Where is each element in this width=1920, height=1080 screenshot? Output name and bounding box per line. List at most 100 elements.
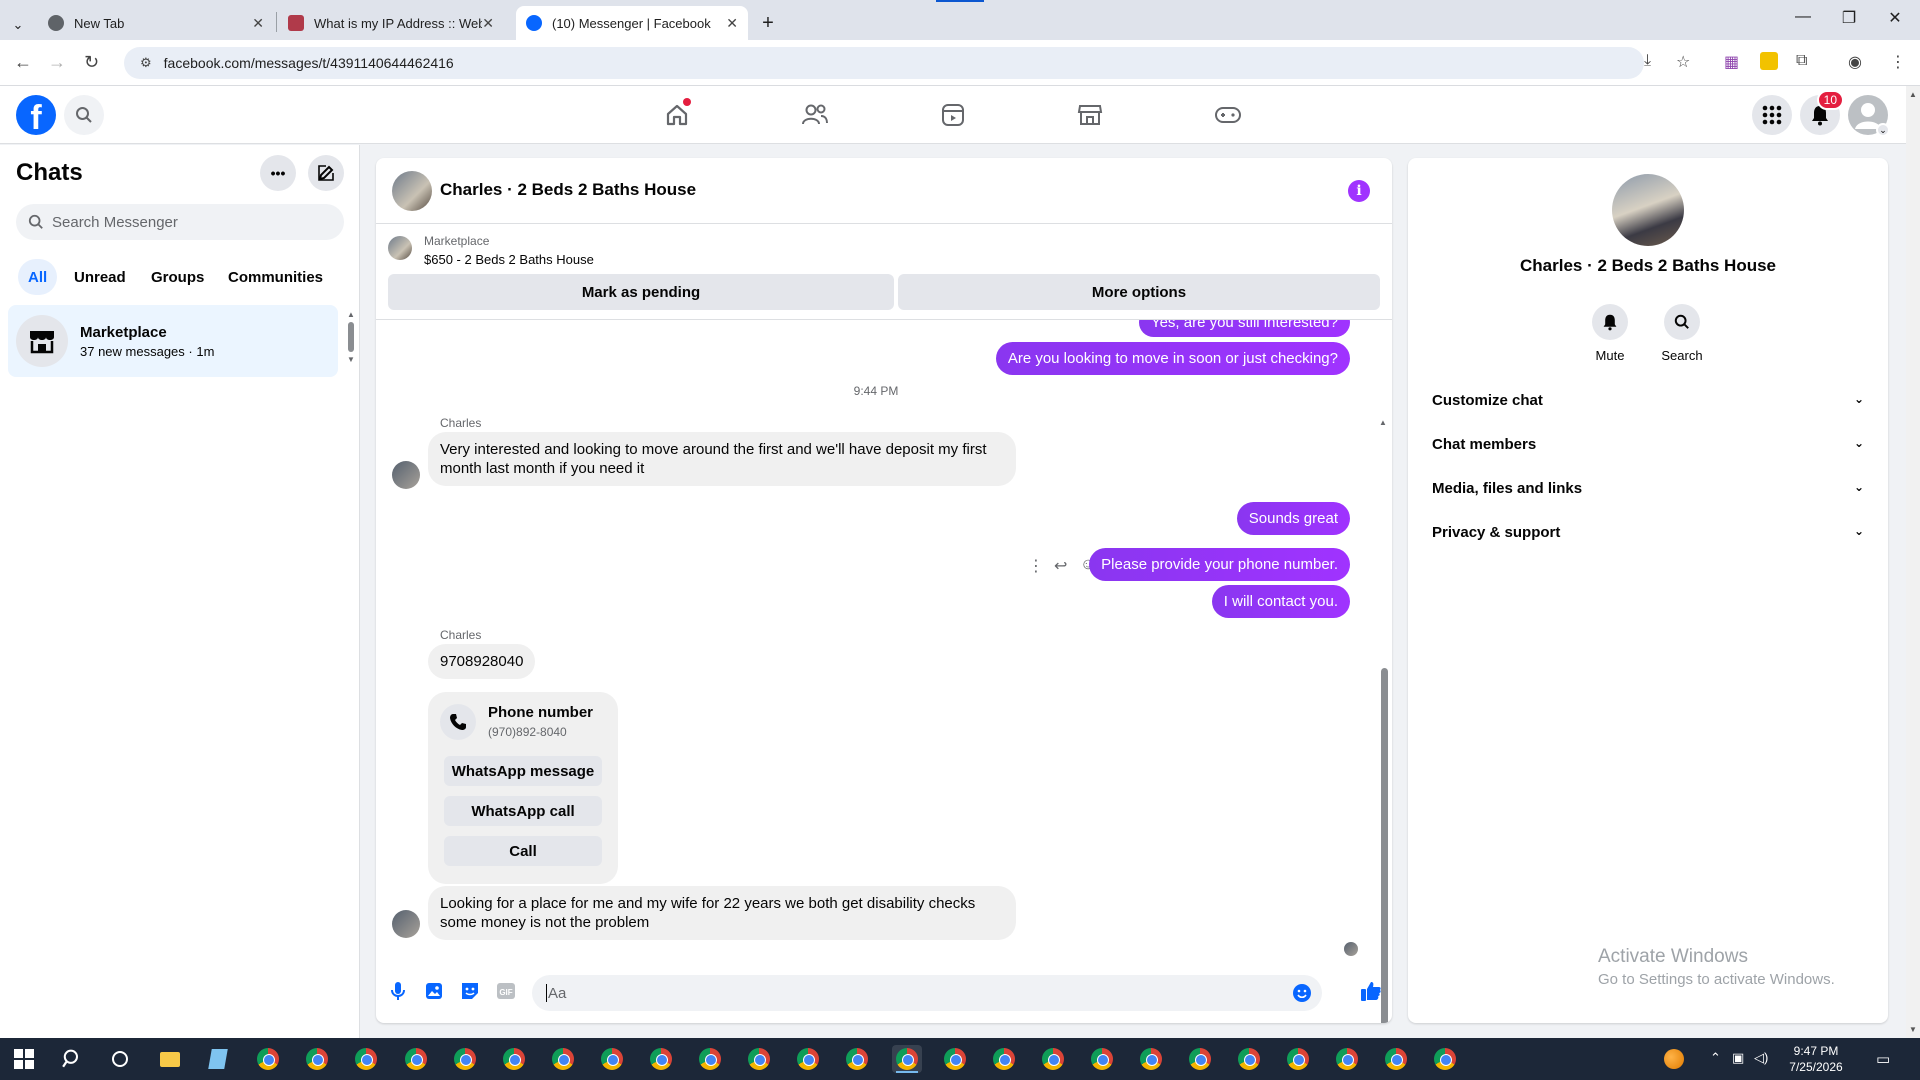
info-avatar[interactable]: [1612, 174, 1684, 246]
menu-button[interactable]: [1752, 95, 1792, 135]
extension-yellow-icon[interactable]: [1760, 52, 1778, 70]
conversation-title[interactable]: Charles · 2 Beds 2 Baths House: [440, 180, 696, 200]
address-bar[interactable]: ⚙ facebook.com/messages/t/43911406444624…: [124, 47, 1644, 79]
message-outgoing[interactable]: Are you looking to move in soon or just …: [995, 342, 1350, 375]
listing-title[interactable]: $650 - 2 Beds 2 Baths House: [424, 252, 594, 267]
message-incoming[interactable]: Looking for a place for me and my wife f…: [428, 886, 1016, 940]
chrome-taskbar-9[interactable]: [647, 1045, 675, 1073]
conversation-avatar[interactable]: [392, 171, 432, 211]
chrome-taskbar-5[interactable]: [451, 1045, 479, 1073]
chrome-taskbar-20[interactable]: [1186, 1045, 1214, 1073]
more-options-button[interactable]: More options: [898, 274, 1380, 310]
message-outgoing[interactable]: Yes, are you still interested?: [1138, 320, 1350, 337]
chrome-taskbar-19[interactable]: [1137, 1045, 1165, 1073]
info-icon[interactable]: i: [1348, 180, 1370, 202]
install-app-icon[interactable]: ⤓: [1644, 52, 1651, 70]
chats-options-button[interactable]: •••: [260, 155, 296, 191]
system-clock[interactable]: 9:47 PM 7/25/2026: [1776, 1043, 1856, 1075]
message-incoming[interactable]: 9708928040: [428, 644, 536, 679]
new-message-button[interactable]: [308, 155, 344, 191]
chrome-taskbar-active[interactable]: [892, 1045, 922, 1073]
filter-all[interactable]: All: [18, 259, 58, 295]
search-messenger-input[interactable]: Search Messenger: [16, 204, 344, 240]
marketplace-nav-button[interactable]: [1074, 100, 1106, 130]
profile-icon[interactable]: ◉: [1848, 52, 1862, 72]
extension-icon[interactable]: ▦: [1724, 52, 1739, 72]
message-incoming[interactable]: Very interested and looking to move arou…: [428, 432, 1016, 486]
chrome-taskbar-1[interactable]: [254, 1045, 282, 1073]
action-center-icon[interactable]: ▭: [1876, 1050, 1890, 1068]
gaming-nav-button[interactable]: [1212, 100, 1244, 130]
chat-members-section[interactable]: Chat members ⌄: [1416, 422, 1880, 466]
chrome-taskbar-7[interactable]: [549, 1045, 577, 1073]
search-action[interactable]: Search: [1652, 304, 1712, 363]
chrome-taskbar-4[interactable]: [402, 1045, 430, 1073]
taskbar-search-button[interactable]: [58, 1045, 86, 1073]
reload-button[interactable]: ↻: [84, 52, 99, 73]
tray-chevron-up-icon[interactable]: ⌃: [1710, 1050, 1721, 1066]
sender-avatar[interactable]: [392, 461, 420, 489]
chrome-taskbar-10[interactable]: [696, 1045, 724, 1073]
chrome-taskbar-25[interactable]: [1431, 1045, 1459, 1073]
file-explorer-button[interactable]: [156, 1045, 184, 1073]
notepad-button[interactable]: [204, 1045, 232, 1073]
mute-action[interactable]: Mute: [1580, 304, 1640, 363]
site-info-icon[interactable]: ⚙: [140, 55, 152, 71]
new-tab-button[interactable]: +: [756, 6, 780, 40]
tab-messenger[interactable]: (10) Messenger | Facebook ✕: [516, 6, 748, 40]
extensions-puzzle-icon[interactable]: ⧉: [1796, 52, 1807, 70]
forward-button[interactable]: →: [48, 52, 66, 73]
volume-icon[interactable]: ◁): [1754, 1050, 1768, 1066]
message-outgoing[interactable]: Please provide your phone number.: [1089, 548, 1350, 581]
restore-button[interactable]: ❐: [1826, 8, 1872, 28]
chrome-taskbar-2[interactable]: [303, 1045, 331, 1073]
message-scrollbar[interactable]: ▲ ▼: [1379, 418, 1389, 1023]
chrome-taskbar-22[interactable]: [1284, 1045, 1312, 1073]
more-actions-icon[interactable]: ⋮: [1028, 556, 1044, 576]
close-tab-icon[interactable]: ✕: [482, 15, 494, 32]
chrome-taskbar-13[interactable]: [843, 1045, 871, 1073]
facebook-logo-icon[interactable]: f: [16, 95, 56, 135]
chrome-taskbar-12[interactable]: [794, 1045, 822, 1073]
chrome-taskbar-23[interactable]: [1333, 1045, 1361, 1073]
mark-as-pending-button[interactable]: Mark as pending: [388, 274, 894, 310]
attach-photo-button[interactable]: [422, 979, 446, 1003]
start-button[interactable]: [10, 1045, 38, 1073]
like-button[interactable]: [1358, 979, 1384, 1003]
call-button[interactable]: Call: [444, 836, 602, 866]
customize-chat-section[interactable]: Customize chat ⌄: [1416, 378, 1880, 422]
filter-groups[interactable]: Groups: [141, 259, 214, 295]
chrome-taskbar-6[interactable]: [500, 1045, 528, 1073]
minimize-button[interactable]: —: [1780, 8, 1826, 26]
chrome-taskbar-18[interactable]: [1088, 1045, 1116, 1073]
chrome-taskbar-15[interactable]: [941, 1045, 969, 1073]
scroll-thumb[interactable]: [348, 322, 354, 352]
voice-clip-button[interactable]: [386, 979, 410, 1003]
chrome-taskbar-3[interactable]: [352, 1045, 380, 1073]
gif-button[interactable]: GIF: [494, 979, 518, 1003]
meet-now-icon[interactable]: ▣: [1732, 1050, 1744, 1066]
task-view-button[interactable]: [106, 1045, 134, 1073]
weather-widget[interactable]: [1660, 1045, 1688, 1073]
message-input[interactable]: Aa: [532, 975, 1322, 1011]
tab-ip-address[interactable]: What is my IP Address :: WebBr ✕: [278, 6, 504, 40]
friends-nav-button[interactable]: [799, 100, 831, 130]
page-scrollbar[interactable]: ▲ ▼: [1906, 86, 1920, 1038]
tab-search-dropdown[interactable]: ⌄: [6, 8, 30, 42]
emoji-icon[interactable]: [1292, 983, 1312, 1003]
tab-new-tab[interactable]: New Tab ✕: [38, 6, 274, 40]
chat-item-marketplace[interactable]: Marketplace 37 new messages · 1m: [8, 305, 338, 377]
message-outgoing[interactable]: Sounds great: [1236, 502, 1350, 535]
video-nav-button[interactable]: [937, 100, 969, 130]
media-files-links-section[interactable]: Media, files and links ⌄: [1416, 466, 1880, 510]
sender-avatar[interactable]: [392, 910, 420, 938]
filter-communities[interactable]: Communities: [218, 259, 333, 295]
account-avatar-button[interactable]: ⌄: [1848, 95, 1890, 137]
message-outgoing[interactable]: I will contact you.: [1211, 585, 1350, 618]
sidebar-scrollbar[interactable]: ▲ ▼: [347, 310, 355, 364]
facebook-search-button[interactable]: [64, 95, 104, 135]
chrome-taskbar-21[interactable]: [1235, 1045, 1263, 1073]
whatsapp-message-button[interactable]: WhatsApp message: [444, 756, 602, 786]
listing-thumbnail[interactable]: [388, 236, 412, 260]
close-tab-icon[interactable]: ✕: [252, 15, 264, 32]
